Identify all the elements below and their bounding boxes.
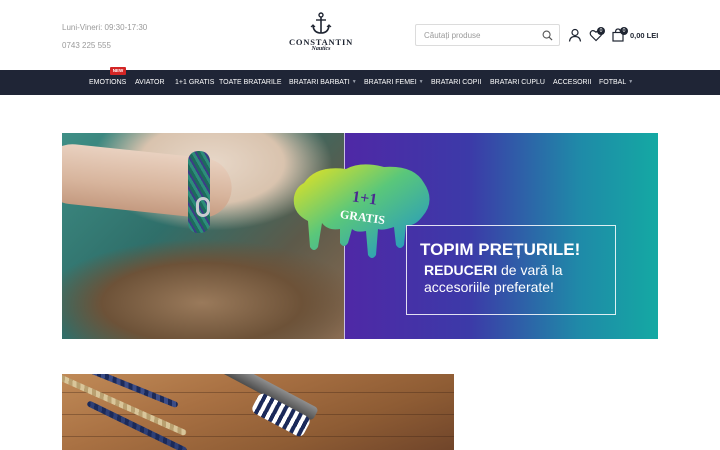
- cart-total[interactable]: 0,00 LEI: [630, 31, 658, 40]
- nav-item-bratari-cuplu[interactable]: BRATARI CUPLU: [490, 70, 545, 95]
- nav-item-aviator[interactable]: AVIATOR: [135, 70, 165, 95]
- nav-item-toate-bratarile[interactable]: TOATE BRATARILE: [219, 70, 282, 95]
- site-logo[interactable]: CONSTANTIN Nautics: [284, 12, 358, 60]
- search-box: [415, 24, 560, 46]
- phone-number[interactable]: 0743 225 555: [62, 37, 147, 55]
- chevron-down-icon: ▼: [351, 79, 357, 85]
- business-hours: Luni-Vineri: 09:30-17:30: [62, 23, 148, 32]
- user-icon[interactable]: [568, 28, 582, 42]
- nav-item-accesorii[interactable]: ACCESORII: [553, 70, 592, 95]
- new-badge: NEW: [110, 67, 126, 75]
- main-navigation: EMOTIONS AVIATOR 1+1 GRATIS TOATE BRATAR…: [0, 70, 720, 95]
- nav-item-bratari-femei[interactable]: BRATARI FEMEI ▼: [364, 70, 424, 95]
- shackle-image: [196, 197, 210, 217]
- search-icon[interactable]: [542, 30, 553, 41]
- hero-banner[interactable]: 1+1 GRATIS TOPIM PREȚURILE! REDUCERI de …: [62, 133, 658, 339]
- svg-text:1+1: 1+1: [351, 188, 378, 208]
- product-banner[interactable]: [62, 374, 454, 450]
- bracelet-image: [188, 151, 210, 233]
- nav-item-bratari-copii[interactable]: BRATARI COPII: [431, 70, 481, 95]
- wishlist-count-badge: 0: [597, 27, 605, 35]
- cart-count-badge: 0: [620, 27, 628, 35]
- chevron-down-icon: ▼: [418, 79, 424, 85]
- nav-item-fotbal[interactable]: FOTBAL ▼: [599, 70, 633, 95]
- anchor-icon: [310, 12, 332, 34]
- site-header: Luni-Vineri: 09:30-17:30 0743 225 555 CO…: [0, 0, 720, 70]
- chevron-down-icon: ▼: [628, 79, 634, 85]
- contact-info: Luni-Vineri: 09:30-17:30 0743 225 555: [62, 19, 147, 55]
- nav-item-bratari-barbati[interactable]: BRATARI BARBATI ▼: [289, 70, 357, 95]
- promo-line-1: REDUCERI de vară la: [424, 262, 563, 278]
- search-input[interactable]: [424, 29, 534, 42]
- nav-item-1plus1-gratis[interactable]: 1+1 GRATIS: [175, 70, 214, 95]
- promo-line-2: accesoriile preferate!: [424, 279, 554, 295]
- promo-title: TOPIM PREȚURILE!: [420, 240, 581, 259]
